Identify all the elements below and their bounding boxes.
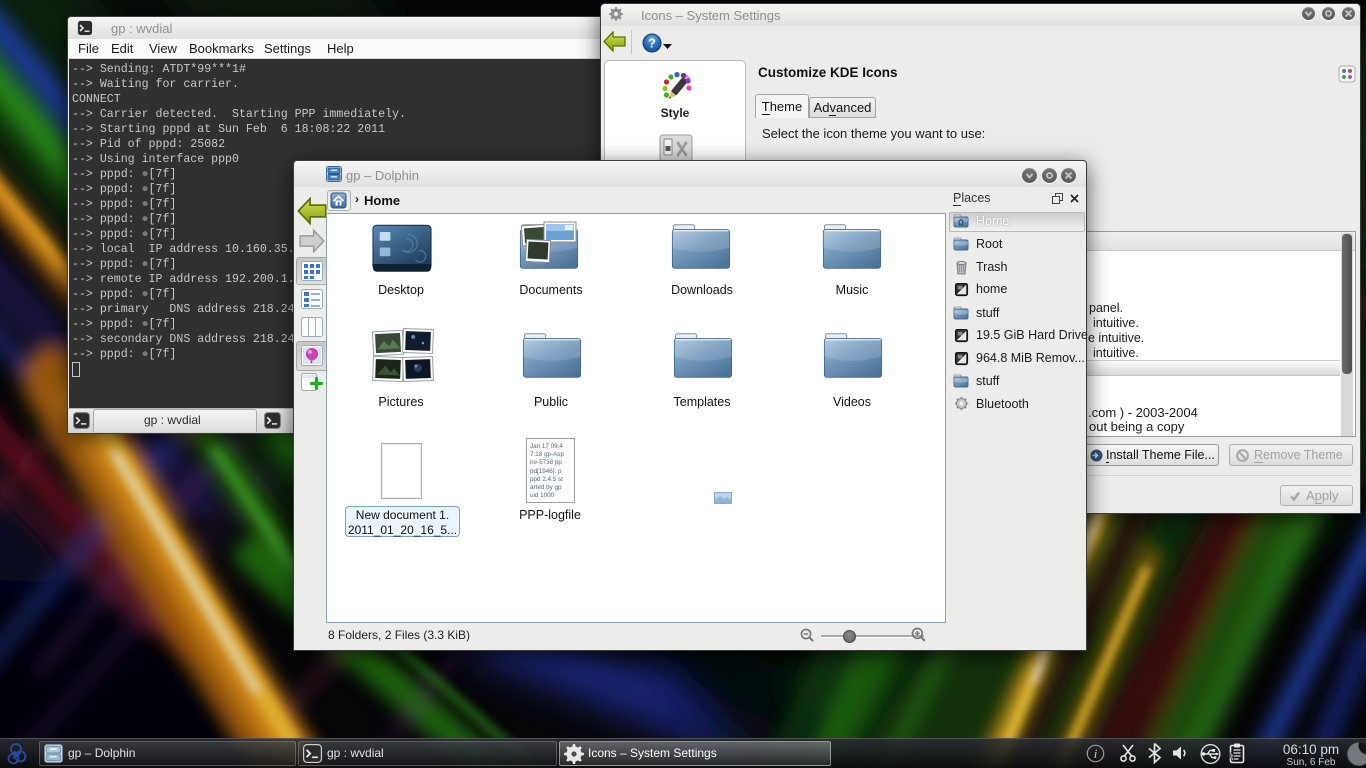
svg-text:?: ? (648, 36, 656, 51)
svg-text:i: i (1094, 746, 1098, 761)
